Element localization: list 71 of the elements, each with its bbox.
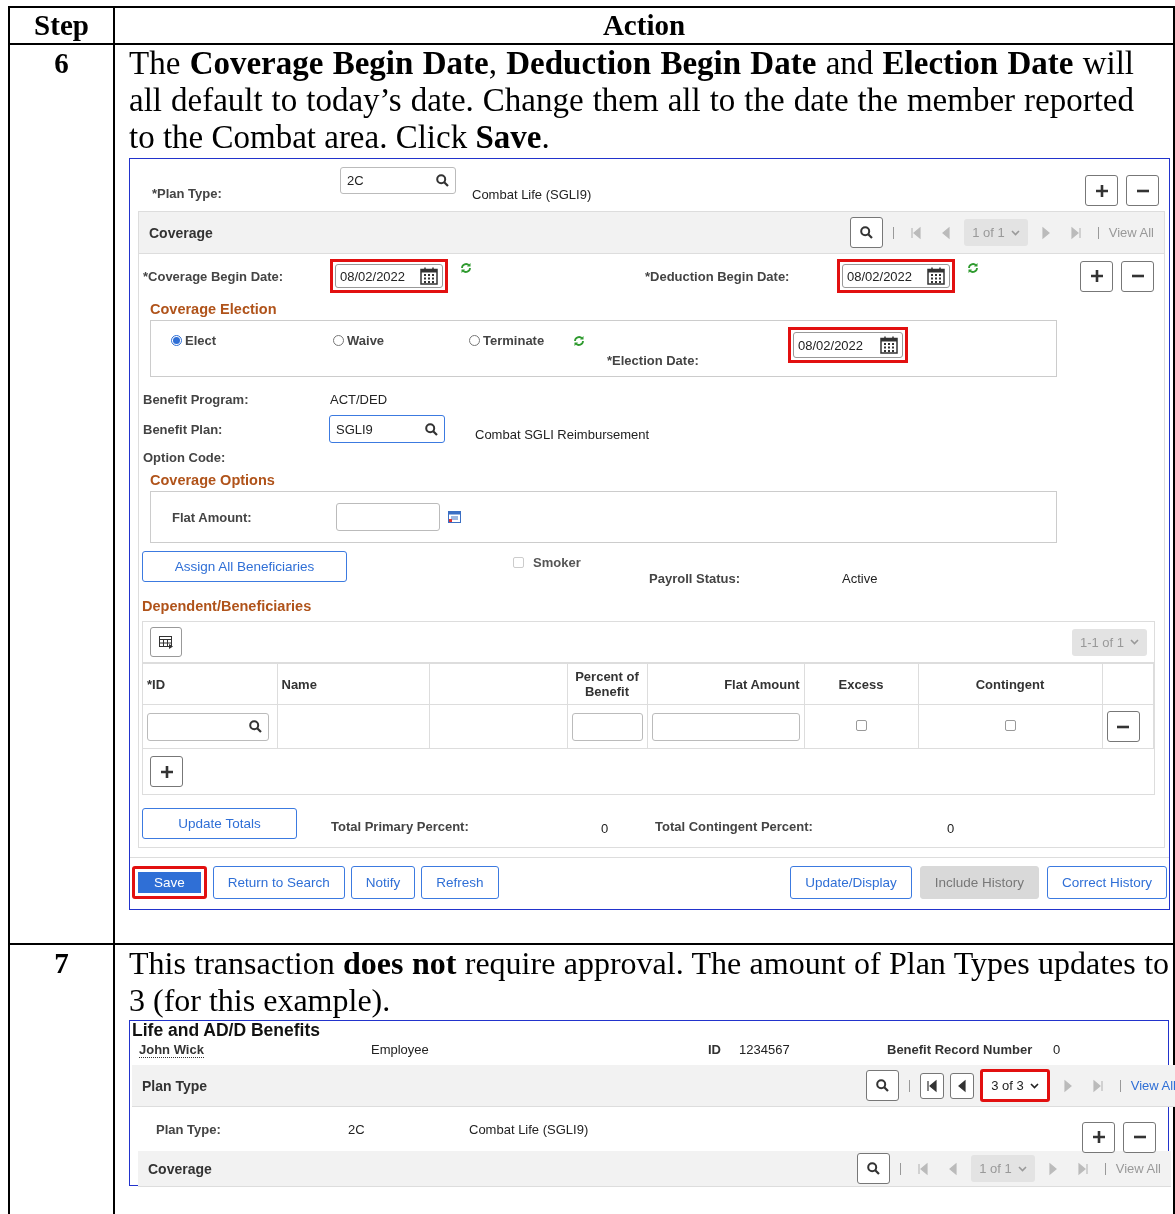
field-value: 2C: [348, 1121, 366, 1137]
field-label: Total Contingent Percent:: [655, 818, 814, 834]
field-label: *Election Date:: [607, 353, 700, 368]
group-title: Dependent/Beneficiaries: [142, 597, 313, 616]
step-number: 6: [54, 47, 69, 79]
date-input[interactable]: 08/02/2022: [847, 268, 923, 284]
date-field[interactable]: 08/02/2022: [842, 264, 950, 288]
field-label: Benefit Record Number: [887, 1041, 1034, 1057]
column-header: Name: [277, 663, 429, 705]
action-button[interactable]: Return to Search: [212, 866, 345, 899]
field-label: Flat Amount:: [172, 509, 253, 525]
date-input[interactable]: 08/02/2022: [340, 268, 416, 284]
view-all-link[interactable]: View All: [1130, 1078, 1175, 1093]
date-field[interactable]: 08/02/2022: [793, 332, 903, 358]
plan-description: Combat SGLI Reimbursement: [475, 426, 650, 442]
action-button[interactable]: Correct History: [1047, 866, 1167, 899]
field-label: Payroll Status:: [649, 571, 742, 586]
step-number: 7: [54, 947, 69, 979]
group-title: Coverage Election: [150, 300, 278, 319]
date-input[interactable]: 08/02/2022: [798, 337, 868, 353]
employee-name-link[interactable]: John Wick: [139, 1041, 204, 1058]
field-label: *Plan Type:: [152, 186, 223, 201]
action-button[interactable]: Notify: [350, 866, 416, 899]
field-value: 0: [601, 820, 610, 836]
plan-description: Combat Life (SGLI9): [472, 187, 592, 202]
action-button[interactable]: Update/Display: [790, 866, 912, 899]
plan-description: Combat Life (SGLI9): [469, 1121, 589, 1137]
plan-type-field[interactable]: 2C: [340, 167, 456, 194]
field-label: Benefit Plan:: [143, 421, 224, 437]
column-header: Step: [34, 9, 89, 41]
page-title: Life and AD/D Benefits: [132, 1021, 321, 1039]
radio-label: Waive: [347, 333, 385, 348]
group-title: Coverage Options: [150, 471, 276, 490]
assign-beneficiaries-button[interactable]: Assign All Beneficiaries: [142, 551, 347, 582]
column-header: Flat Amount: [647, 663, 804, 705]
view-all-link[interactable]: View All: [1115, 1161, 1161, 1176]
instruction-text: The Coverage Begin Date, Deduction Begin Date and Election Date will all default to today’s date. Change them all to the date the member reported to the Combat area. Click Save.: [129, 45, 1134, 156]
column-header: *ID: [143, 663, 277, 705]
field-label: Option Code:: [143, 449, 227, 465]
action-button[interactable]: Save: [132, 866, 207, 899]
plan-type-input[interactable]: 2C: [347, 173, 417, 188]
field-label: ID: [708, 1041, 722, 1057]
checkbox-label: Smoker: [533, 555, 581, 570]
field-value: ACT/DED: [330, 391, 388, 407]
date-field[interactable]: 08/02/2022: [335, 264, 443, 288]
column-header: Action: [602, 9, 686, 41]
section-title: Coverage: [148, 1160, 212, 1177]
column-header: Excess: [804, 663, 918, 705]
view-all-link[interactable]: View All: [1108, 225, 1154, 240]
field-value: 0: [947, 820, 955, 836]
page-dropdown[interactable]: 3 of 3: [980, 1069, 1050, 1102]
field-value: 0: [1053, 1041, 1061, 1057]
section-title: Plan Type: [142, 1077, 208, 1094]
update-totals-button[interactable]: Update Totals: [142, 807, 297, 839]
field-value: Active: [842, 571, 878, 586]
field-value: 1234567: [739, 1041, 791, 1057]
action-button[interactable]: Refresh: [421, 866, 499, 899]
instruction-text: This transaction does not require approval. The amount of Plan Types updates to 3 (for this example).: [129, 945, 1169, 1019]
field-value: Employee: [371, 1041, 430, 1057]
section-title: Coverage: [149, 224, 213, 241]
field-label: *Deduction Begin Date:: [645, 268, 791, 284]
benefit-plan-input[interactable]: SGLI9: [336, 421, 406, 437]
column-header: Percent of Benefit: [567, 663, 647, 705]
benefit-plan-field[interactable]: SGLI9: [329, 415, 445, 443]
radio-label: Elect: [185, 333, 217, 348]
field-label: Plan Type:: [156, 1121, 222, 1137]
radio-label: Terminate: [483, 333, 545, 348]
field-label: Total Primary Percent:: [331, 818, 470, 834]
field-label: Benefit Program:: [143, 391, 250, 407]
column-header: Contingent: [918, 663, 1102, 705]
field-label: *Coverage Begin Date:: [143, 268, 285, 284]
